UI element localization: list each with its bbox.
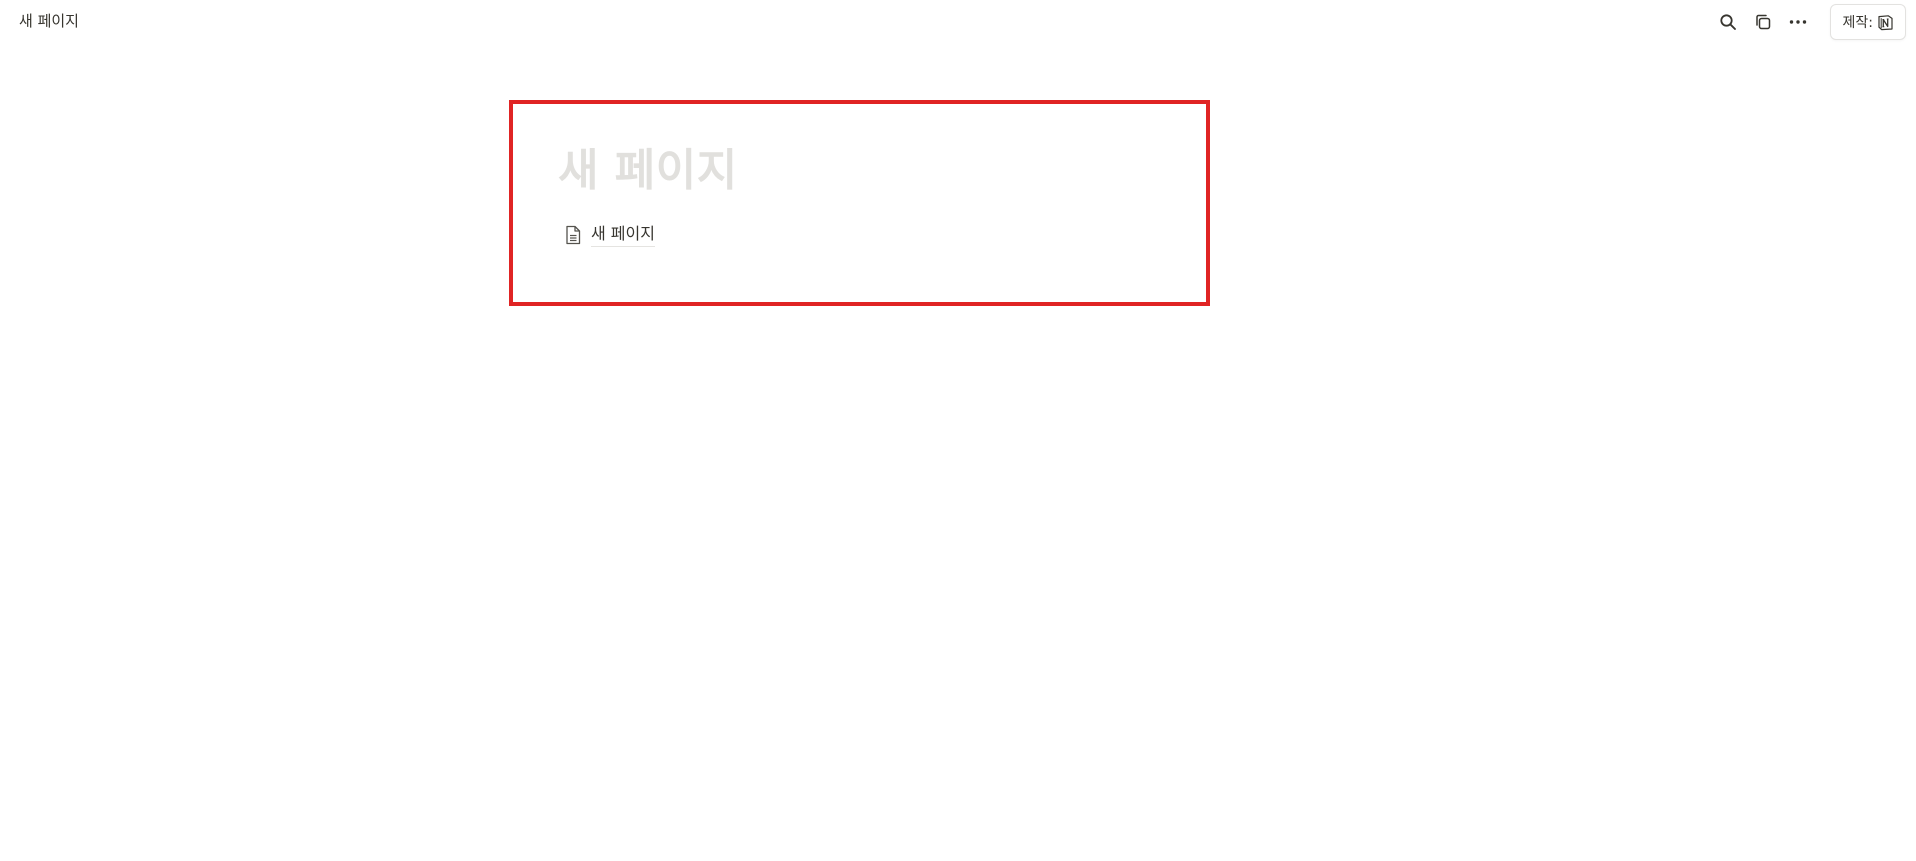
subpage-link[interactable]: 새 페이지 bbox=[562, 221, 655, 249]
page-title[interactable]: 새 페이지 bbox=[558, 143, 738, 199]
search-icon bbox=[1719, 13, 1737, 31]
more-options-button[interactable] bbox=[1783, 7, 1813, 37]
document-icon bbox=[562, 224, 584, 246]
made-with-notion-button[interactable]: 제작: bbox=[1829, 4, 1906, 40]
made-with-label: 제작: bbox=[1842, 15, 1873, 31]
top-actions: 제작: bbox=[1708, 4, 1906, 40]
search-button[interactable] bbox=[1713, 7, 1743, 37]
top-bar: 새 페이지 제작: bbox=[0, 0, 1916, 44]
duplicate-icon bbox=[1754, 13, 1772, 31]
subpage-link-label: 새 페이지 bbox=[591, 223, 655, 247]
highlight-annotation-box bbox=[509, 100, 1210, 306]
more-horizontal-icon bbox=[1788, 13, 1808, 31]
breadcrumb-page-title[interactable]: 새 페이지 bbox=[19, 11, 79, 31]
notion-logo-icon bbox=[1877, 14, 1894, 31]
duplicate-button[interactable] bbox=[1748, 7, 1778, 37]
